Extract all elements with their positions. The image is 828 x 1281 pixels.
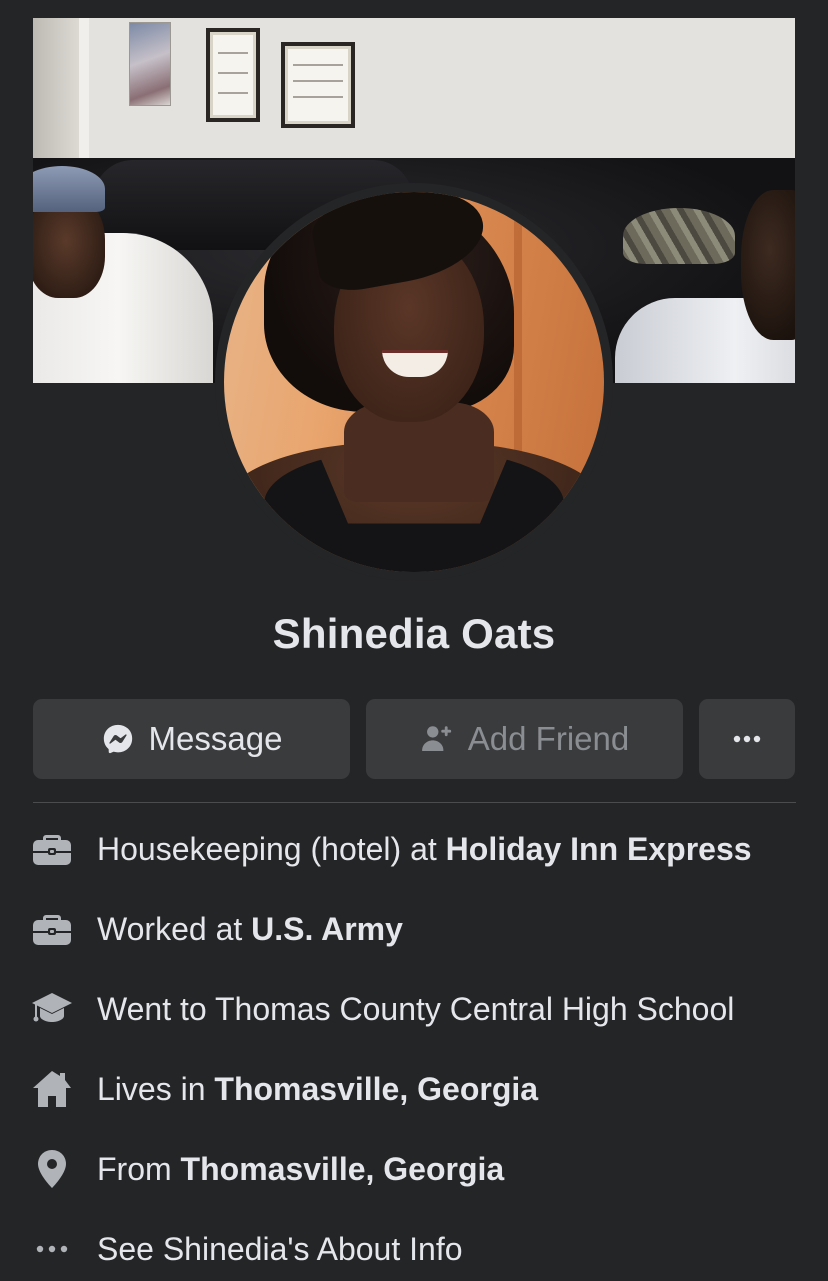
intro-education: Went to Thomas County Central High Schoo… <box>30 985 820 1033</box>
intro-work-current: Housekeeping (hotel) at Holiday Inn Expr… <box>30 825 820 873</box>
more-dots-icon <box>30 1227 74 1271</box>
intro-lives-in: Lives in Thomasville, Georgia <box>30 1065 820 1113</box>
location-pin-icon <box>30 1147 74 1191</box>
profile-page: Shinedia Oats Message Add Friend Houseke… <box>0 0 828 1281</box>
more-options-button[interactable] <box>699 699 795 779</box>
messenger-icon <box>101 722 135 756</box>
education-text: Went to Thomas County Central High Schoo… <box>97 990 735 1027</box>
briefcase-icon <box>30 907 74 951</box>
briefcase-icon <box>30 827 74 871</box>
add-friend-button[interactable]: Add Friend <box>366 699 683 779</box>
more-dots-icon <box>732 734 762 744</box>
work-past-place[interactable]: U.S. Army <box>251 911 403 948</box>
graduation-cap-icon <box>30 987 74 1031</box>
profile-picture[interactable] <box>224 192 604 572</box>
work-current-place[interactable]: Holiday Inn Express <box>446 831 752 868</box>
divider <box>33 802 796 803</box>
add-friend-label: Add Friend <box>467 720 630 757</box>
add-friend-icon <box>420 722 454 756</box>
from-place[interactable]: Thomasville, Georgia <box>181 1151 505 1188</box>
lives-in-place[interactable]: Thomasville, Georgia <box>214 1071 538 1108</box>
lives-in-prefix: Lives in <box>97 1070 215 1107</box>
intro-work-past: Worked at U.S. Army <box>30 905 820 953</box>
message-button[interactable]: Message <box>33 699 350 779</box>
from-prefix: From <box>97 1150 181 1187</box>
see-about-info-link[interactable]: See Shinedia's About Info <box>97 1231 463 1268</box>
message-label: Message <box>148 720 283 757</box>
profile-name: Shinedia Oats <box>272 610 556 657</box>
intro-from: From Thomasville, Georgia <box>30 1145 820 1193</box>
work-current-prefix: Housekeeping (hotel) at <box>97 830 446 867</box>
work-past-prefix: Worked at <box>97 910 252 947</box>
home-icon <box>30 1067 74 1111</box>
intro-see-about[interactable]: See Shinedia's About Info <box>30 1225 820 1273</box>
